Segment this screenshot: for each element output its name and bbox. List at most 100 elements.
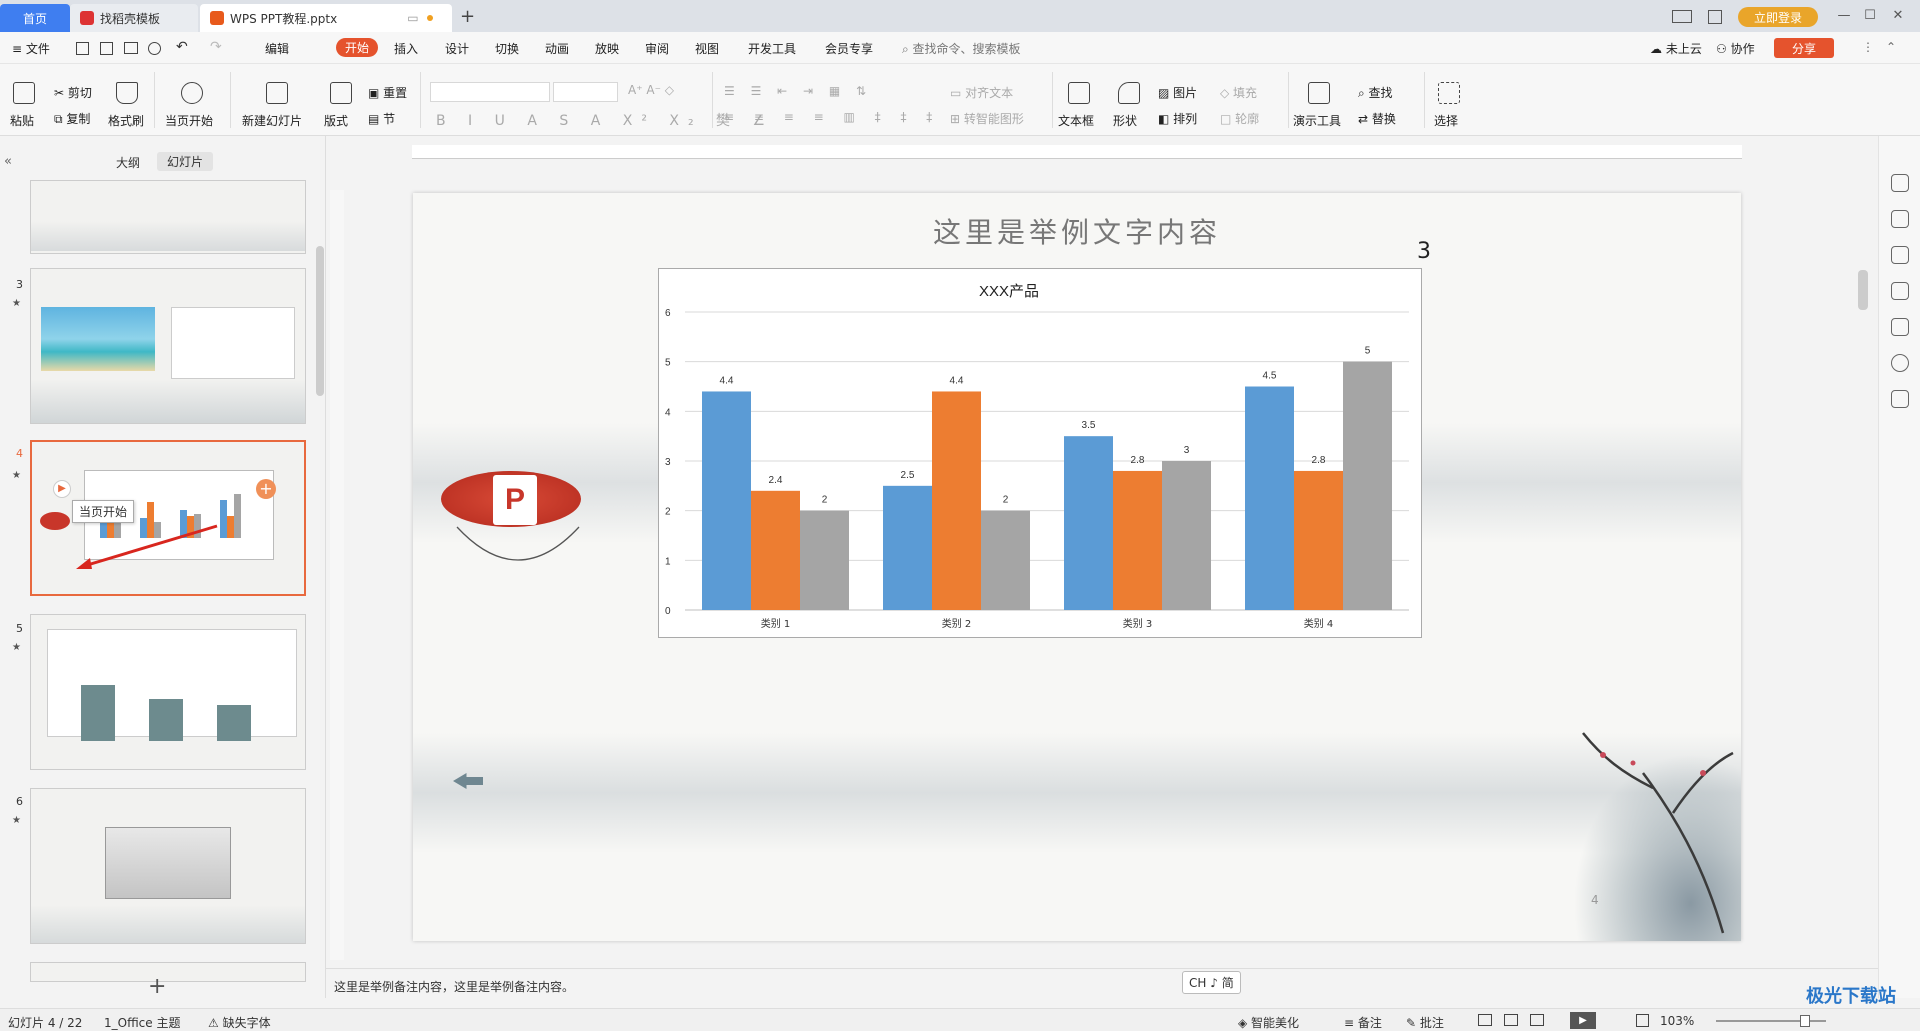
paste-button[interactable]: 粘贴	[10, 112, 34, 129]
font-grow-icon[interactable]: A⁺ A⁻ ◇	[628, 83, 674, 97]
star-icon[interactable]	[1891, 246, 1909, 264]
list-buttons[interactable]: ☰ ☰ ⇤ ⇥ ▦ ⇅	[724, 84, 872, 98]
export-icon[interactable]	[100, 42, 113, 55]
layout-icon[interactable]	[330, 82, 352, 104]
missing-font-button[interactable]: ⚠ 缺失字体	[208, 1014, 271, 1031]
tab-template[interactable]: 找稻壳模板	[70, 4, 198, 32]
format-painter-button[interactable]: 格式刷	[108, 112, 144, 129]
slide-thumb-5[interactable]	[30, 614, 306, 770]
sorter-view-icon[interactable]	[1504, 1014, 1518, 1026]
replace-button[interactable]: ⇄ 替换	[1358, 110, 1396, 127]
ime-indicator[interactable]: CH ♪ 简	[1182, 971, 1241, 994]
tab-document[interactable]: WPS PPT教程.pptx ▭	[200, 4, 452, 32]
save-icon[interactable]	[76, 42, 89, 55]
slide-number-text[interactable]: 3	[1417, 239, 1431, 264]
menu-start[interactable]: 开始	[336, 38, 379, 57]
collapse-ribbon-icon[interactable]: ⌃	[1886, 40, 1896, 54]
undo-icon[interactable]: ↶	[176, 39, 188, 55]
smart-beautify-button[interactable]: ◈ 智能美化	[1238, 1014, 1299, 1031]
paste-icon[interactable]	[13, 82, 35, 104]
menu-review[interactable]: 审阅	[645, 40, 669, 57]
paragraph-align-buttons[interactable]: ≡ ≡ ≡ ≡ ▥ ‡ ‡ ‡	[724, 110, 940, 124]
reading-view-icon[interactable]	[1530, 1014, 1544, 1026]
shape-button[interactable]: 形状	[1113, 112, 1137, 129]
find-button[interactable]: ⌕ 查找	[1358, 84, 1393, 101]
present-tool-button[interactable]: 演示工具	[1293, 112, 1341, 129]
cloud-status[interactable]: ☁ 未上云	[1650, 40, 1702, 57]
new-slide-plus-icon[interactable]: +	[148, 974, 166, 999]
layout-button[interactable]: 版式	[324, 112, 348, 129]
menu-file[interactable]: ≡ 文件	[12, 40, 50, 57]
slide-title[interactable]: 这里是举例文字内容	[413, 211, 1741, 251]
tab-outline[interactable]: 大纲	[116, 154, 140, 171]
fill-button[interactable]: ◇ 填充	[1220, 84, 1257, 101]
grid-icon[interactable]	[1708, 10, 1722, 24]
arrange-button[interactable]: ◧ 排列	[1158, 110, 1197, 127]
collab-button[interactable]: ⚇ 协作	[1716, 40, 1755, 57]
slide-thumb-2[interactable]	[30, 180, 306, 254]
redo-icon[interactable]: ↷	[210, 39, 222, 55]
select-button[interactable]: 选择	[1434, 112, 1458, 129]
maximize-icon[interactable]: ☐	[1862, 8, 1878, 24]
layout-icon[interactable]	[1672, 10, 1692, 23]
menu-member[interactable]: 会员专享	[825, 40, 873, 57]
new-tab-button[interactable]: +	[460, 6, 475, 27]
play-slide-icon[interactable]: ▶	[53, 480, 71, 498]
adjust-icon[interactable]	[1891, 210, 1909, 228]
menu-insert[interactable]: 插入	[394, 40, 418, 57]
slide-thumb-6[interactable]	[30, 788, 306, 944]
zoom-slider-thumb[interactable]	[1800, 1015, 1810, 1027]
copy-button[interactable]: ⧉ 复制	[54, 110, 90, 127]
cut-button[interactable]: ✂ 剪切	[54, 84, 92, 101]
menu-edit[interactable]: 编辑	[265, 40, 289, 57]
rocket-icon[interactable]	[1891, 174, 1909, 192]
section-button[interactable]: ▤ 节	[368, 110, 395, 127]
smart-graphic-button[interactable]: ⊞ 转智能图形	[950, 110, 1024, 127]
command-search[interactable]: ⌕ 查找命令、搜索模板	[902, 40, 1021, 57]
preview-icon[interactable]	[148, 42, 161, 55]
tab-monitor-icon[interactable]: ▭	[407, 11, 418, 25]
menu-developer[interactable]: 开发工具	[748, 40, 796, 57]
minimize-icon[interactable]: —	[1836, 8, 1852, 24]
reset-button[interactable]: ▣ 重置	[368, 84, 407, 101]
picture-button[interactable]: ▨ 图片	[1158, 84, 1197, 101]
print-icon[interactable]	[124, 42, 138, 54]
copy-icon[interactable]	[1891, 282, 1909, 300]
search-image-icon[interactable]	[1891, 318, 1909, 336]
chart-frame[interactable]: XXX产品 0 1 2 3 4 5 6 4.4 2.4 2 类别 1 2.5 4.4 2 类别 2 3.5 2.…	[658, 268, 1422, 638]
select-icon[interactable]	[1438, 82, 1460, 104]
collapse-panel-icon[interactable]: «	[4, 154, 12, 169]
normal-view-icon[interactable]	[1478, 1014, 1492, 1026]
comment-button[interactable]: ✎ 批注	[1406, 1014, 1444, 1031]
format-painter-icon[interactable]	[116, 82, 138, 104]
shape-icon[interactable]	[1118, 82, 1140, 104]
tab-slides[interactable]: 幻灯片	[157, 152, 214, 171]
zoom-level[interactable]: 103%	[1660, 1014, 1694, 1028]
menu-design[interactable]: 设计	[445, 40, 469, 57]
notes-text[interactable]: 这里是举例备注内容，这里是举例备注内容。	[334, 978, 574, 995]
menu-animation[interactable]: 动画	[545, 40, 569, 57]
tab-home[interactable]: 首页	[0, 4, 70, 32]
login-button[interactable]: 立即登录	[1738, 7, 1818, 27]
add-slide-icon[interactable]: +	[256, 479, 276, 499]
theme-name[interactable]: 1_Office 主题	[104, 1014, 180, 1031]
play-current-icon[interactable]	[181, 82, 203, 104]
play-current-button[interactable]: 当页开始	[165, 112, 213, 129]
align-text-button[interactable]: ▭ 对齐文本	[950, 84, 1013, 101]
textbox-icon[interactable]	[1068, 82, 1090, 104]
outline-button[interactable]: □ 轮廓	[1220, 110, 1259, 127]
menu-view[interactable]: 视图	[695, 40, 719, 57]
more-icon[interactable]: ⋮	[1862, 40, 1874, 54]
location-icon[interactable]	[1891, 354, 1909, 372]
notes-bar[interactable]: 这里是举例备注内容，这里是举例备注内容。 CH ♪ 简	[326, 968, 1878, 998]
present-tool-icon[interactable]	[1308, 82, 1330, 104]
slide-thumb-7[interactable]	[30, 962, 306, 982]
share-button[interactable]: 分享	[1774, 38, 1834, 58]
slide-thumb-3[interactable]	[30, 268, 306, 424]
vertical-scrollbar[interactable]	[1858, 270, 1868, 310]
panel-scrollbar[interactable]	[316, 246, 324, 396]
notes-toggle-button[interactable]: ≡ 备注	[1344, 1014, 1382, 1031]
fit-window-icon[interactable]	[1636, 1014, 1649, 1027]
play-slideshow-icon[interactable]: ▶	[1570, 1012, 1596, 1029]
font-size-select[interactable]	[553, 82, 618, 102]
